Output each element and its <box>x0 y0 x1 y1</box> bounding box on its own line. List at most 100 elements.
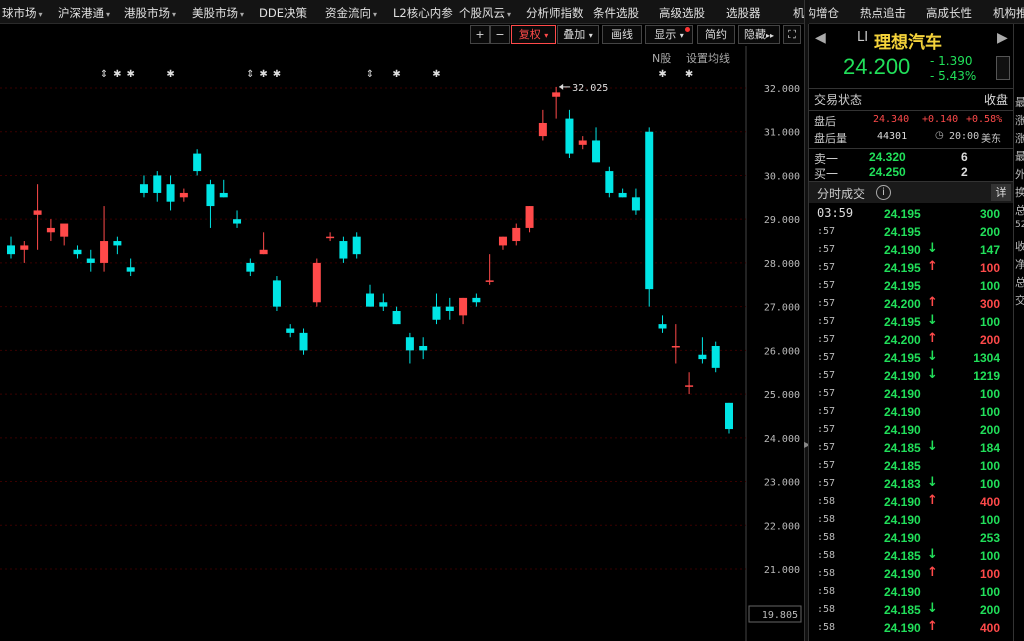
candle[interactable] <box>459 297 468 325</box>
menu-item-2[interactable]: 港股市场 ▾ <box>124 5 176 21</box>
menu-item-7[interactable]: 个股风云 ▾ <box>459 5 511 21</box>
candle[interactable] <box>113 236 122 255</box>
event-marker-icon[interactable]: ✱ <box>273 69 281 80</box>
candle[interactable] <box>100 206 109 272</box>
candle[interactable] <box>126 258 135 277</box>
candle[interactable] <box>485 254 494 285</box>
candle[interactable] <box>645 127 654 307</box>
zoom-in-button[interactable]: + <box>470 25 490 44</box>
menu-item-10[interactable]: 高级选股 <box>659 5 705 21</box>
next-stock-icon[interactable]: ▶ <box>997 30 1008 46</box>
candle[interactable] <box>592 127 601 163</box>
candle[interactable] <box>565 109 574 158</box>
menu-item-5[interactable]: 资金流向 ▾ <box>325 5 377 21</box>
candle[interactable] <box>631 188 640 215</box>
candle[interactable] <box>166 175 175 211</box>
candle[interactable] <box>352 232 361 259</box>
candle[interactable] <box>379 293 388 312</box>
info-icon[interactable]: i <box>876 185 891 200</box>
tick-time: :57 <box>817 298 836 309</box>
event-marker-icon[interactable]: ✱ <box>685 69 693 80</box>
zoom-out-button[interactable]: − <box>490 25 510 44</box>
detail-button[interactable]: 详 <box>991 184 1011 201</box>
candle[interactable] <box>618 188 627 198</box>
candle[interactable] <box>685 372 694 395</box>
candle[interactable] <box>445 297 454 320</box>
candle[interactable] <box>7 236 15 259</box>
candle[interactable] <box>286 324 295 338</box>
candle[interactable] <box>219 179 228 198</box>
menu-item-8[interactable]: 分析师指数 <box>526 5 584 21</box>
candle[interactable] <box>233 210 242 228</box>
strip-label: 总 <box>1015 274 1024 290</box>
hide-button[interactable]: 隐藏▸▸ <box>738 25 780 44</box>
menu-item-1[interactable]: 沪深港通 ▾ <box>58 5 110 21</box>
candle[interactable] <box>246 258 255 277</box>
menu-item-13[interactable]: 热点追击 <box>860 5 906 21</box>
candle[interactable] <box>46 219 55 242</box>
candle[interactable] <box>339 236 348 263</box>
kline-chart-area[interactable]: N股 设置均线 32.000 31.000 30.000 29.000 28.000 27… <box>0 46 806 641</box>
candle[interactable] <box>671 324 680 364</box>
menu-item-6[interactable]: L2核心内参 <box>393 5 453 21</box>
event-marker-icon[interactable]: ✱ <box>126 69 134 80</box>
fullscreen-button[interactable]: ⛶ <box>783 25 801 44</box>
candle[interactable] <box>73 245 82 259</box>
candle[interactable] <box>33 184 42 250</box>
menu-item-4[interactable]: DDE决策 <box>259 5 307 21</box>
simple-mode-button[interactable]: 简约 <box>697 25 735 44</box>
event-marker-icon[interactable]: ✱ <box>392 69 400 80</box>
candle[interactable] <box>472 293 481 307</box>
menu-item-14[interactable]: 高成长性 <box>926 5 972 21</box>
event-marker-icon[interactable]: ⇕ <box>246 69 254 80</box>
menu-item-3[interactable]: 美股市场 ▾ <box>192 5 244 21</box>
candle[interactable] <box>206 179 215 228</box>
event-marker-icon[interactable]: ⇕ <box>366 69 374 80</box>
candle[interactable] <box>312 258 321 307</box>
candle[interactable] <box>392 306 401 325</box>
tick-price: 24.190 <box>884 513 921 527</box>
candle[interactable] <box>711 341 720 373</box>
candle[interactable] <box>60 223 69 246</box>
candle[interactable] <box>512 223 521 246</box>
draw-line-button[interactable]: 画线 <box>602 25 642 44</box>
event-marker-icon[interactable]: ✱ <box>259 69 267 80</box>
event-marker-icon[interactable]: ✱ <box>166 69 174 80</box>
candle[interactable] <box>725 402 733 434</box>
menu-item-0[interactable]: 球市场 ▾ <box>2 5 43 21</box>
candle[interactable] <box>272 276 281 312</box>
candle[interactable] <box>658 315 667 333</box>
event-marker-icon[interactable]: ✱ <box>113 69 121 80</box>
menu-item-12[interactable]: 机构增仓 <box>793 5 839 21</box>
candle[interactable] <box>419 337 428 360</box>
kline-chart[interactable]: 32.000 31.000 30.000 29.000 28.000 27.000 26.0… <box>0 46 806 641</box>
display-dropdown[interactable]: 显示 ▾ <box>645 25 693 44</box>
candle[interactable] <box>405 332 414 364</box>
event-marker-icon[interactable]: ✱ <box>658 69 666 80</box>
menu-item-11[interactable]: 选股器 <box>726 5 761 21</box>
menu-item-15[interactable]: 机构推 <box>993 5 1024 21</box>
candle[interactable] <box>326 232 335 242</box>
candle[interactable] <box>193 149 202 176</box>
candle[interactable] <box>432 293 441 325</box>
overlay-dropdown[interactable]: 叠加 ▾ <box>557 25 599 44</box>
candle[interactable] <box>366 284 374 307</box>
candle[interactable] <box>578 136 587 150</box>
candle[interactable] <box>179 188 188 202</box>
candle[interactable] <box>20 241 29 263</box>
candle[interactable] <box>86 249 95 272</box>
candle[interactable] <box>139 175 148 198</box>
event-marker-icon[interactable]: ✱ <box>432 69 440 80</box>
candle[interactable] <box>538 109 547 141</box>
candle[interactable] <box>259 232 268 255</box>
fuquan-dropdown[interactable]: 复权 ▾ <box>511 25 556 44</box>
menu-item-9[interactable]: 条件选股 <box>593 5 639 21</box>
event-marker-icon[interactable]: ⇕ <box>100 69 108 80</box>
candle[interactable] <box>153 171 162 202</box>
candle[interactable] <box>498 236 507 250</box>
candle[interactable] <box>605 166 614 198</box>
candle[interactable] <box>552 86 561 119</box>
panel-menu-button[interactable] <box>996 56 1010 80</box>
prev-stock-icon[interactable]: ◀ <box>815 30 826 46</box>
candle[interactable] <box>525 206 534 233</box>
